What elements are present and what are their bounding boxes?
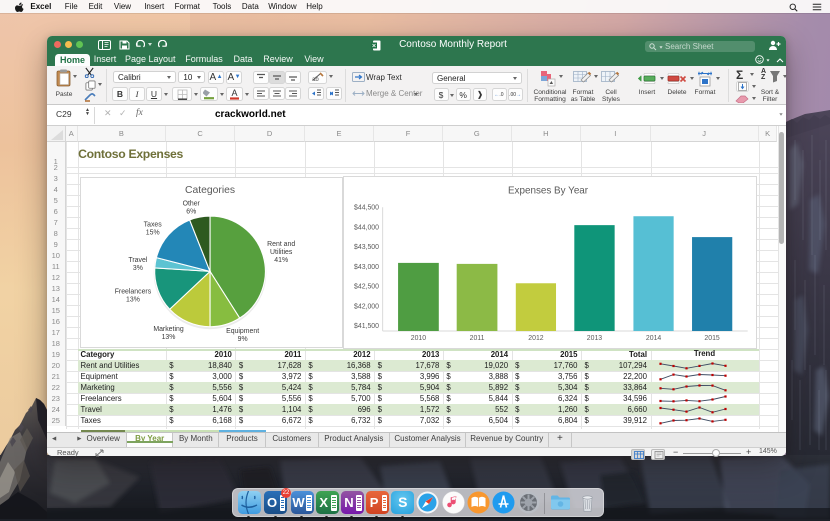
svg-text:Travel: Travel [128, 257, 147, 264]
svg-text:Equipment: Equipment [226, 328, 259, 335]
svg-text:Expenses By Year: Expenses By Year [508, 185, 589, 196]
svg-text:15%: 15% [146, 229, 160, 236]
svg-text:$42,500: $42,500 [354, 283, 379, 290]
svg-text:Freelancers: Freelancers [115, 289, 152, 296]
svg-text:Taxes: Taxes [144, 221, 163, 228]
svg-text:41%: 41% [274, 257, 288, 264]
svg-text:Categories: Categories [185, 185, 235, 196]
svg-text:6%: 6% [186, 209, 196, 216]
svg-text:$43,000: $43,000 [354, 264, 379, 271]
svg-text:2013: 2013 [587, 335, 603, 342]
svg-text:3%: 3% [133, 265, 143, 272]
svg-text:13%: 13% [126, 297, 140, 304]
svg-text:$42,000: $42,000 [354, 303, 379, 310]
svg-text:Other: Other [183, 201, 201, 208]
svg-text:ab: ab [312, 77, 319, 82]
svg-text:$41,500: $41,500 [354, 323, 379, 330]
svg-text:Rent and: Rent and [267, 241, 295, 248]
svg-text:2014: 2014 [646, 335, 662, 342]
svg-text:2012: 2012 [528, 335, 544, 342]
svg-text:$44,000: $44,000 [354, 224, 379, 231]
svg-text:A: A [231, 88, 237, 98]
svg-text:2015: 2015 [704, 335, 720, 342]
svg-text:2011: 2011 [470, 335, 485, 342]
svg-text:9%: 9% [238, 336, 248, 343]
svg-text:$44,500: $44,500 [354, 205, 379, 212]
svg-text:13%: 13% [162, 334, 176, 341]
svg-text:Utilities: Utilities [270, 249, 293, 256]
svg-text:$43,500: $43,500 [354, 244, 379, 251]
svg-text:2010: 2010 [411, 335, 427, 342]
svg-text:Marketing: Marketing [153, 326, 183, 333]
